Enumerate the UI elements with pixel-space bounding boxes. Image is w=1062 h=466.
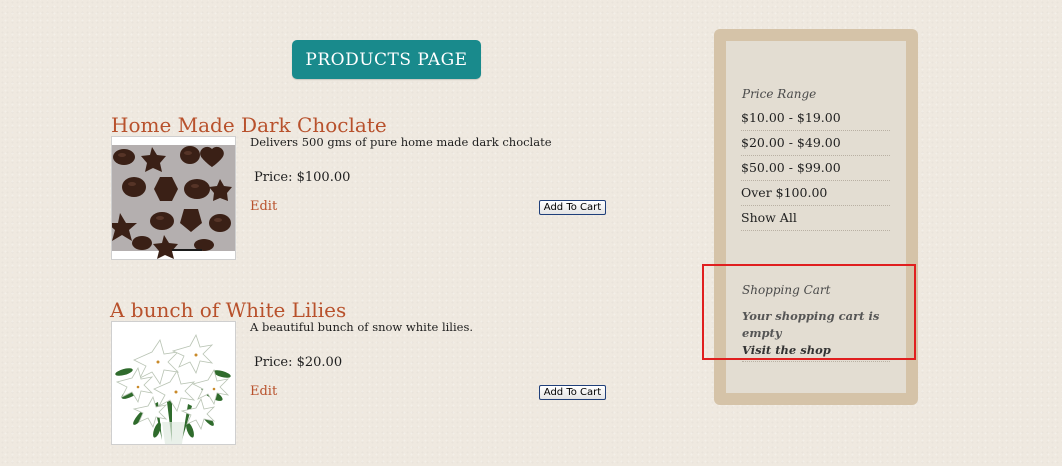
product-description: Delivers 500 gms of pure home made dark … xyxy=(250,135,552,149)
lilies-photo xyxy=(112,322,235,444)
price-range-item[interactable]: $50.00 - $99.00 xyxy=(741,156,890,181)
product-description: A beautiful bunch of snow white lilies. xyxy=(250,320,474,334)
edit-link[interactable]: Edit xyxy=(250,199,277,214)
price-range-item[interactable]: $20.00 - $49.00 xyxy=(741,131,890,156)
add-to-cart-button[interactable]: Add To Cart xyxy=(539,200,606,215)
price-range-title: Price Range xyxy=(742,87,817,101)
shopping-cart-title: Shopping Cart xyxy=(742,283,831,297)
page-title: PRODUCTS PAGE xyxy=(292,40,481,79)
product-title[interactable]: A bunch of White Lilies xyxy=(110,298,346,322)
product-image-lilies[interactable] xyxy=(111,321,236,445)
product-price: Price: $100.00 xyxy=(254,170,351,185)
price-range-item-show-all[interactable]: Show All xyxy=(741,206,890,231)
product-card: A bunch of White Lilies A beautiful bunc… xyxy=(110,298,610,445)
sidebar: Price Range $10.00 - $19.00 $20.00 - $49… xyxy=(714,29,918,405)
price-range-item[interactable]: Over $100.00 xyxy=(741,181,890,206)
product-card: Home Made Dark Choclate Delivers 500 gms… xyxy=(110,113,610,260)
add-to-cart-button[interactable]: Add To Cart xyxy=(539,385,606,400)
product-title[interactable]: Home Made Dark Choclate xyxy=(111,113,387,137)
chocolate-photo xyxy=(112,137,235,259)
sidebar-panel: Price Range $10.00 - $19.00 $20.00 - $49… xyxy=(726,41,906,393)
visit-shop-link[interactable]: Visit the shop xyxy=(742,342,890,362)
product-image-chocolate[interactable] xyxy=(111,136,236,260)
edit-link[interactable]: Edit xyxy=(250,384,277,399)
price-range-list: $10.00 - $19.00 $20.00 - $49.00 $50.00 -… xyxy=(741,106,890,231)
product-price: Price: $20.00 xyxy=(254,355,343,370)
price-range-item[interactable]: $10.00 - $19.00 xyxy=(741,106,890,131)
cart-empty-message: Your shopping cart is empty xyxy=(742,309,880,340)
